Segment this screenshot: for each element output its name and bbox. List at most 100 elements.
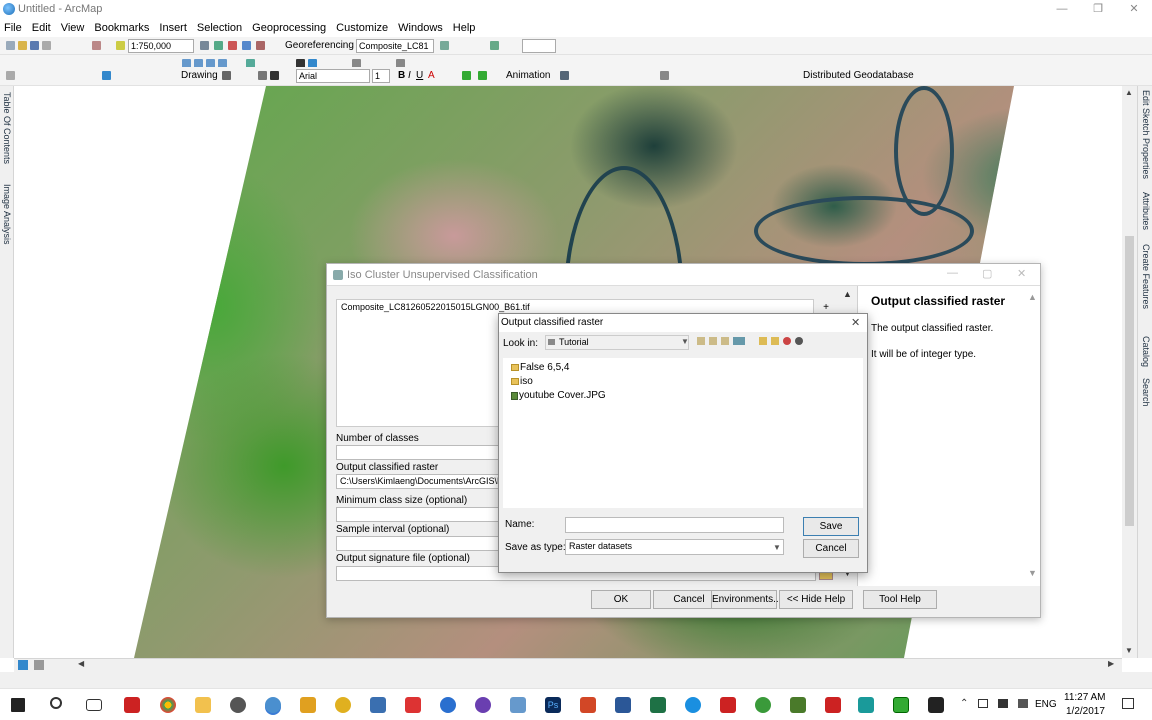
input-raster-item[interactable]: Composite_LC81260522015015LGN00_B61.tif [341,302,530,312]
map-vertical-scrollbar[interactable]: ▲ ▼ [1122,86,1137,658]
data-view-icon[interactable] [18,660,28,670]
menu-help[interactable]: Help [453,22,476,34]
app-icon[interactable] [893,697,909,713]
menu-insert[interactable]: Insert [159,22,187,34]
rectangle-icon[interactable] [258,71,267,80]
arcmap-taskbar-icon[interactable] [265,697,281,713]
catalog-tab[interactable]: Catalog [1141,336,1151,367]
file-list[interactable]: False 6,5,4 iso youtube Cover.JPG [503,358,863,508]
create-features-tab[interactable]: Create Features [1141,244,1151,309]
menu-windows[interactable]: Windows [398,22,443,34]
python-icon[interactable] [256,41,265,50]
chevron-down-icon[interactable]: ▼ [681,337,689,346]
help-pane-scroll-down-icon[interactable]: ▼ [1028,568,1037,578]
layout-view-icon[interactable] [34,660,44,670]
sample-interval-input[interactable] [336,536,501,551]
app-icon[interactable] [858,697,874,713]
animation-menu[interactable]: Animation [506,70,550,81]
home-icon[interactable] [709,337,717,345]
app-icon[interactable] [475,697,491,713]
scroll-right-icon[interactable]: ▶ [1108,659,1114,668]
app-icon[interactable] [928,697,944,713]
georef-layer-combo[interactable]: Composite_LC81 [356,39,434,53]
drawing-menu[interactable]: Drawing [181,70,218,81]
dialog-minimize-icon[interactable]: — [947,267,958,279]
menu-edit[interactable]: Edit [32,22,51,34]
connect-folder-icon[interactable] [721,337,729,345]
app-icon[interactable] [685,697,701,713]
toolbox-icon[interactable] [228,41,237,50]
look-in-combo[interactable]: Tutorial [545,335,689,350]
help-scroll-up-icon[interactable]: ▲ [843,289,852,299]
refresh-icon[interactable] [660,71,669,80]
underline-icon[interactable]: U [416,70,423,81]
language-indicator[interactable]: ENG [1035,699,1057,710]
print-icon[interactable] [42,41,51,50]
num-classes-input[interactable] [336,445,501,460]
font-color-icon[interactable]: A [428,70,435,81]
word-icon[interactable] [615,697,631,713]
menu-geoprocessing[interactable]: Geoprocessing [252,22,326,34]
save-dialog-close-icon[interactable]: ✕ [851,316,860,329]
task-view-icon[interactable] [86,699,102,711]
min-class-input[interactable] [336,507,501,522]
search-tab[interactable]: Search [1141,378,1151,407]
app-icon[interactable] [370,697,386,713]
dialog-maximize-icon[interactable]: ▢ [982,267,992,280]
app-icon[interactable] [755,697,771,713]
network-icon[interactable] [998,699,1008,708]
view-menu-icon[interactable] [733,337,745,345]
bold-icon[interactable]: B [398,70,405,81]
catalog-icon[interactable] [242,41,251,50]
delete-icon[interactable] [783,337,791,345]
georef-input[interactable] [522,39,556,53]
line-color-icon[interactable] [478,71,487,80]
scroll-up-icon[interactable]: ▲ [1125,88,1133,97]
menu-view[interactable]: View [61,22,85,34]
minimize-icon[interactable]: — [1044,0,1080,19]
ie-icon[interactable] [440,697,456,713]
list-item[interactable]: iso [511,376,533,387]
name-input[interactable] [565,517,784,533]
volume-icon[interactable] [1018,699,1028,708]
new-doc-icon[interactable] [6,41,15,50]
chevron-down-icon[interactable]: ▼ [773,543,781,552]
list-item[interactable]: youtube Cover.JPG [511,390,606,401]
tool-help-button[interactable]: Tool Help [863,590,937,609]
menu-file[interactable]: File [4,22,22,34]
list-item[interactable]: False 6,5,4 [511,362,569,373]
help-pane-scroll-up-icon[interactable]: ▲ [1028,292,1037,302]
animation-control-icon[interactable] [560,71,569,80]
editor-icon[interactable] [200,41,209,50]
text-tool-icon[interactable] [270,71,279,80]
new-folder-icon[interactable] [759,337,767,345]
table-of-contents-tab[interactable]: Table Of Contents [2,92,12,164]
clock-time[interactable]: 11:27 AM [1064,692,1106,703]
search-icon[interactable] [50,697,62,709]
arccatalog-icon[interactable] [300,697,316,713]
table-icon[interactable] [214,41,223,50]
save-as-type-select[interactable]: Raster datasets [565,539,784,555]
options-icon[interactable] [795,337,803,345]
acrobat-icon[interactable] [405,697,421,713]
italic-icon[interactable]: I [408,70,411,81]
menu-selection[interactable]: Selection [197,22,242,34]
scroll-down-icon[interactable]: ▼ [1125,646,1133,655]
menu-customize[interactable]: Customize [336,22,388,34]
tray-chevron-icon[interactable]: ⌃ [960,698,968,709]
edit-sketch-properties-tab[interactable]: Edit Sketch Properties [1141,90,1151,179]
ok-button[interactable]: OK [591,590,651,609]
undo-icon[interactable] [92,41,101,50]
app-icon[interactable] [230,697,246,713]
app-icon[interactable] [510,697,526,713]
pdf-app-icon[interactable] [124,697,140,713]
environments-button[interactable]: Environments... [711,590,781,609]
battery-icon[interactable] [978,699,988,708]
save-button[interactable]: Save [803,517,859,536]
image-analysis-tab[interactable]: Image Analysis [2,184,12,245]
scroll-thumb[interactable] [1125,236,1134,526]
qgis-icon[interactable] [335,697,351,713]
app-icon[interactable] [790,697,806,713]
fill-color-icon[interactable] [462,71,471,80]
cancel-button[interactable]: Cancel [803,539,859,558]
